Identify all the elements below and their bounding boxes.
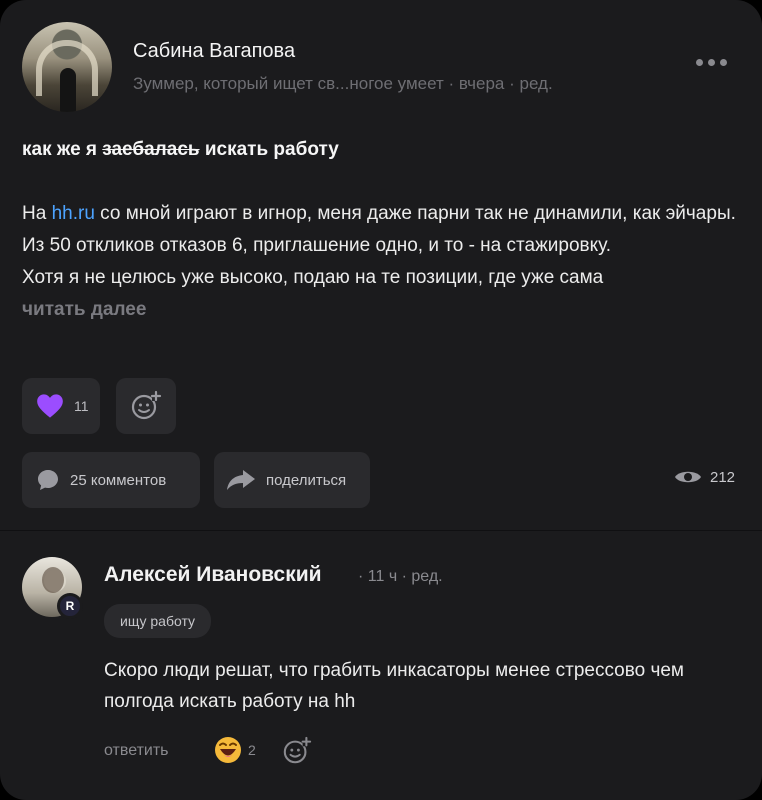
title-end: искать работу <box>199 139 339 160</box>
paragraph-2: Из 50 откликов отказов 6, приглашение од… <box>22 235 612 256</box>
comment-text: Скоро люди решат, что грабить инкасаторы… <box>104 660 684 712</box>
comment-reaction-button[interactable]: 2 <box>214 736 256 764</box>
add-reaction-icon <box>283 736 312 764</box>
status-tag: ищу работу <box>104 604 212 638</box>
comment-meta: · 11 ч · ред. <box>358 568 443 585</box>
author-name[interactable]: Сабина Вагапова <box>133 40 295 63</box>
comment-bubble-icon <box>38 470 58 490</box>
share-label: поделиться <box>266 471 347 489</box>
title-start: как же я <box>22 139 103 160</box>
title-strikethrough: заебалась <box>102 139 200 160</box>
purple-heart-icon <box>37 394 63 418</box>
post-meta: Зуммер, который ищет св...ногое умеет · … <box>133 74 553 93</box>
avatar-face <box>42 567 64 593</box>
dot <box>720 58 727 66</box>
user-badge: R <box>57 593 83 619</box>
comment-reaction-count: 2 <box>248 742 256 758</box>
paragraph-1-end: со мной играют в игнор, меня даже парни … <box>94 203 736 224</box>
post-body: На hh.ru со мной играют в игнор, меня да… <box>22 198 742 326</box>
paragraph-3: Хотя я не целюсь уже высоко, подаю на те… <box>22 267 604 288</box>
reply-button[interactable]: ответить <box>104 742 169 760</box>
add-reaction-icon <box>131 390 162 420</box>
paragraph-1-start: На <box>22 203 52 224</box>
comments-button[interactable]: 25 комментов <box>22 452 200 508</box>
eye-icon <box>675 471 701 483</box>
dot <box>696 58 703 66</box>
laughing-emoji-icon <box>215 737 241 763</box>
commenter-name[interactable]: Алексей Ивановский <box>104 563 322 587</box>
paragraph-1: На hh.ru со мной играют в игнор, меня да… <box>22 198 742 230</box>
views-count: 212 <box>710 468 736 486</box>
dot <box>708 58 715 66</box>
read-more-link[interactable]: читать далее <box>22 294 742 326</box>
heart-reaction-button[interactable]: 11 <box>22 378 100 434</box>
author-avatar[interactable] <box>22 22 112 112</box>
comments-label: 25 комментов <box>70 471 167 489</box>
share-arrow-icon <box>227 470 255 490</box>
divider <box>0 530 762 531</box>
comment-add-reaction-button[interactable] <box>282 736 312 771</box>
share-button[interactable]: поделиться <box>214 452 370 508</box>
avatar-person <box>60 68 76 112</box>
post-card: Сабина Вагапова Зуммер, который ищет св.… <box>0 0 762 800</box>
views-counter: 212 <box>674 468 735 486</box>
more-options-icon[interactable] <box>696 56 732 68</box>
hh-link[interactable]: hh.ru <box>52 203 95 224</box>
post-title: как же я заебалась искать работу <box>22 139 339 161</box>
add-reaction-button[interactable] <box>116 378 176 434</box>
heart-count: 11 <box>74 398 89 414</box>
